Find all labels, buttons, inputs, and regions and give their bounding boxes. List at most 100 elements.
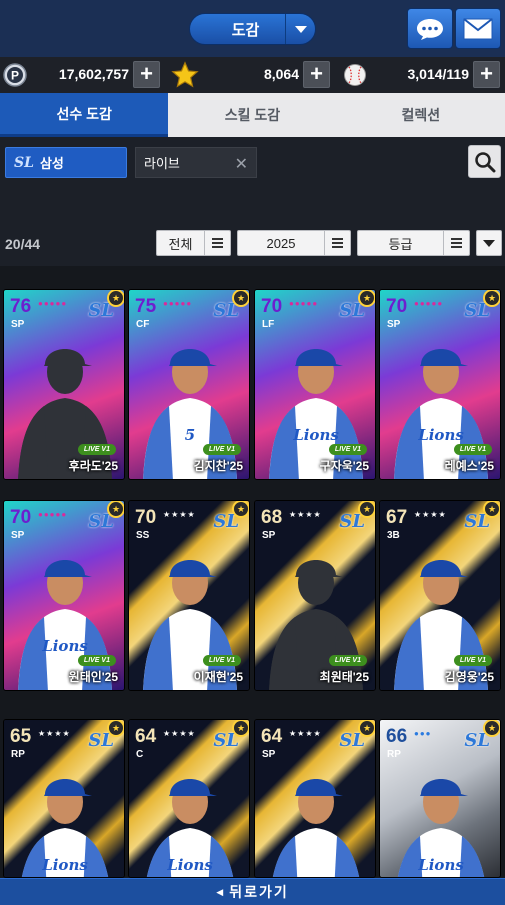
card-position: 3B — [387, 530, 400, 541]
search-button[interactable] — [468, 145, 501, 178]
card-position: SP — [262, 749, 276, 760]
player-name: 원태인'25 — [68, 670, 118, 684]
player-card[interactable]: Lions 70 LF ●●●●● SL ★ LIVE V1 구자욱'25 — [254, 289, 376, 480]
player-card[interactable]: Lions 65 RP ★★★★ SL ★ — [3, 719, 125, 878]
left-arrow-icon: ◀ — [216, 886, 226, 897]
player-card[interactable]: 76 SP ●●●●● SL ★ LIVE V1 후라도'25 — [3, 289, 125, 480]
card-position: RP — [11, 749, 25, 760]
card-grade-stars: ★★★★ — [289, 510, 322, 519]
player-card[interactable]: Lions 70 SP ●●●●● SL ★ LIVE V1 레예스'25 — [379, 289, 501, 480]
team-logo: SL — [14, 154, 34, 171]
live-badge: LIVE V1 — [202, 655, 241, 666]
jersey-text: Lions — [166, 856, 213, 874]
card-rating: 67 — [386, 507, 408, 528]
close-icon[interactable]: ✕ — [235, 154, 248, 174]
live-badge: LIVE V1 — [453, 444, 492, 455]
magnifier-icon — [474, 151, 495, 172]
star-icon: ★ — [358, 720, 375, 737]
player-card[interactable]: 68 SP ★★★★ SL ★ LIVE V1 최원태'25 — [254, 500, 376, 691]
chat-button[interactable] — [407, 8, 453, 49]
team-filter-button[interactable]: SL 삼성 — [5, 147, 127, 178]
player-card[interactable]: 70 SS ★★★★ SL ★ LIVE V1 이재현'25 — [128, 500, 250, 691]
title-label: 도감 — [231, 21, 260, 39]
card-grade-stars: ●●●●● — [38, 510, 68, 519]
star-icon: ★ — [483, 290, 500, 307]
star-icon: ★ — [232, 720, 249, 737]
p-coin-icon: P — [3, 63, 27, 87]
balls-value: 3,014/119 — [407, 66, 469, 82]
team-filter-label: 삼성 — [39, 156, 64, 171]
menu-icon — [324, 231, 350, 255]
live-badge: LIVE V1 — [77, 444, 116, 455]
add-points-button[interactable]: + — [133, 61, 160, 88]
card-rating: 75 — [135, 296, 157, 317]
tab-collection[interactable]: 컬렉션 — [336, 93, 505, 137]
jersey-text: Lions — [41, 637, 88, 655]
card-rating: 66 — [386, 726, 408, 747]
card-grade-stars: ★★★★ — [38, 729, 71, 738]
title-dropdown[interactable]: 도감 — [189, 13, 316, 45]
card-grade-stars: ●●●●● — [289, 299, 319, 308]
star-icon: ★ — [483, 501, 500, 518]
year-select[interactable]: 2025 — [237, 230, 351, 256]
star-icon: ★ — [107, 290, 124, 307]
player-card[interactable]: Lions 66 RP ●●● SL ★ — [379, 719, 501, 878]
player-name: 김지찬'25 — [193, 459, 243, 473]
top-bar: 도감 — [0, 0, 505, 57]
star-icon: ★ — [232, 501, 249, 518]
jersey-text: 5 — [185, 426, 195, 444]
card-grade-stars: ★★★★ — [414, 510, 447, 519]
card-rating: 65 — [10, 726, 32, 747]
star-icon: ★ — [483, 720, 500, 737]
tab-player-book[interactable]: 선수 도감 — [0, 93, 169, 137]
card-position: SP — [387, 319, 401, 330]
points-value: 17,602,757 — [58, 66, 129, 82]
card-grade-stars: ●●●●● — [38, 299, 68, 308]
live-badge: LIVE V1 — [453, 655, 492, 666]
card-rating: 64 — [261, 726, 283, 747]
player-card[interactable]: 5 75 CF ●●●●● SL ★ LIVE V1 김지찬'25 — [128, 289, 250, 480]
tab-skill-book[interactable]: 스킬 도감 — [168, 93, 337, 137]
grade-select[interactable]: 등급 — [357, 230, 470, 256]
currency-bar: P 17,602,757 + 8,064 + 3,014/119 + — [0, 57, 505, 93]
player-name: 이재현'25 — [193, 670, 243, 684]
jersey-text: Lions — [41, 856, 88, 874]
card-rating: 70 — [10, 507, 32, 528]
add-stars-button[interactable]: + — [303, 61, 330, 88]
player-card[interactable]: Lions 64 C ★★★★ SL ★ — [128, 719, 250, 878]
card-position: CF — [136, 319, 150, 330]
back-button[interactable]: ◀ 뒤로가기 — [0, 878, 505, 905]
player-name: 최원태'25 — [319, 670, 369, 684]
card-position: LF — [262, 319, 275, 330]
app-screen: 도감 P 17,602,757 + 8,064 + 3,014/119 + 선수… — [0, 0, 505, 905]
star-icon: ★ — [358, 501, 375, 518]
live-badge: LIVE V1 — [328, 655, 367, 666]
jersey-text: Lions — [292, 426, 339, 444]
card-rating: 70 — [386, 296, 408, 317]
menu-icon — [443, 231, 469, 255]
player-card[interactable]: Lions 70 SP ●●●●● SL ★ LIVE V1 원태인'25 — [3, 500, 125, 691]
card-position: SS — [136, 530, 150, 541]
star-icon: ★ — [107, 501, 124, 518]
card-rating: 76 — [10, 296, 32, 317]
sort-order-button[interactable] — [476, 230, 502, 256]
type-select-value: 전체 — [168, 236, 193, 252]
mail-button[interactable] — [455, 8, 501, 49]
card-grade-stars: ★★★★ — [163, 510, 196, 519]
player-card[interactable]: 64 SP ★★★★ SL ★ — [254, 719, 376, 878]
menu-icon — [204, 231, 230, 255]
add-balls-button[interactable]: + — [473, 61, 500, 88]
live-badge: LIVE V1 — [77, 655, 116, 666]
card-position: SP — [11, 319, 25, 330]
card-rating: 70 — [261, 296, 283, 317]
card-position: SP — [262, 530, 276, 541]
baseball-icon — [344, 64, 366, 86]
keyword-field[interactable]: 라이브 ✕ — [135, 147, 257, 178]
player-card[interactable]: 67 3B ★★★★ SL ★ LIVE V1 김영웅'25 — [379, 500, 501, 691]
tab-bar: 선수 도감 스킬 도감 컬렉션 — [0, 93, 505, 137]
type-select[interactable]: 전체 — [156, 230, 231, 256]
star-icon: ★ — [107, 720, 124, 737]
keyword-value: 라이브 — [144, 156, 180, 171]
svg-text:P: P — [11, 69, 19, 83]
star-icon — [171, 61, 199, 88]
